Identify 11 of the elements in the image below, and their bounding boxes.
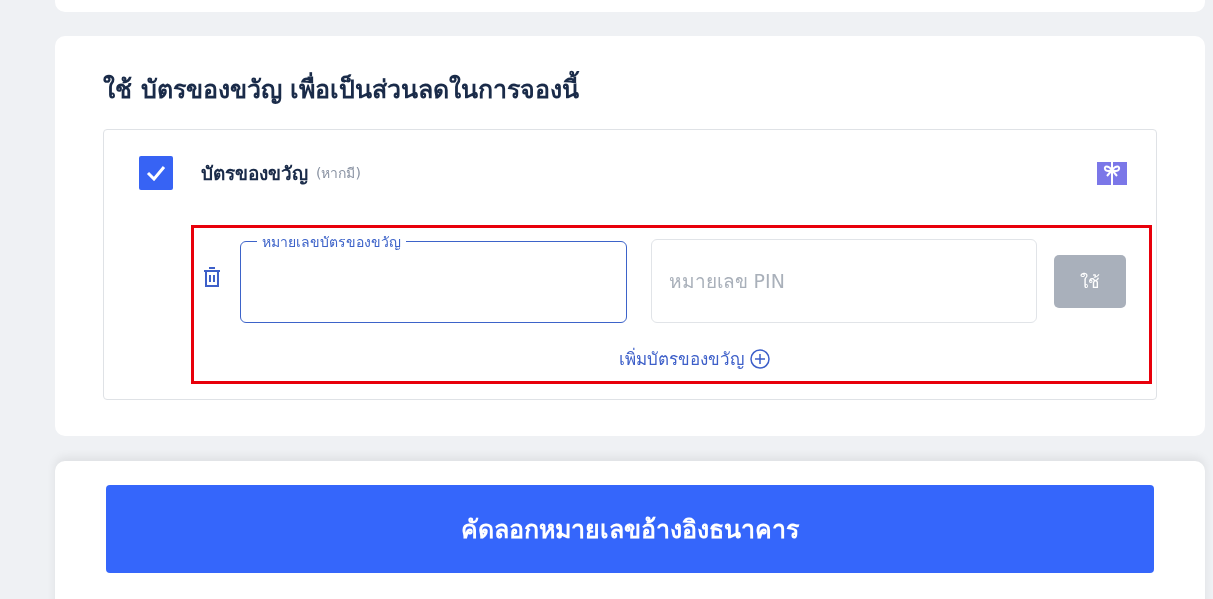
section-title: ใช้ บัตรของขวัญ เพื่อเป็นส่วนลดในการจองนี้ [103, 70, 1157, 110]
check-icon [146, 165, 166, 181]
checkbox[interactable] [139, 156, 173, 190]
add-gift-card-link[interactable]: เพิ่มบัตรของขวัญ [619, 345, 770, 372]
optional-note: (หากมี) [316, 164, 361, 183]
trash-icon[interactable] [203, 266, 221, 287]
pin-field[interactable]: หมายเลข PIN [650, 239, 1038, 323]
checkbox-label: บัตรของขวัญ [201, 161, 308, 187]
gift-icon [1097, 161, 1127, 185]
plus-icon [750, 348, 770, 369]
copy-reference-button[interactable]: คัดลอกหมายเลขอ้างอิงธนาคาร [106, 485, 1154, 573]
